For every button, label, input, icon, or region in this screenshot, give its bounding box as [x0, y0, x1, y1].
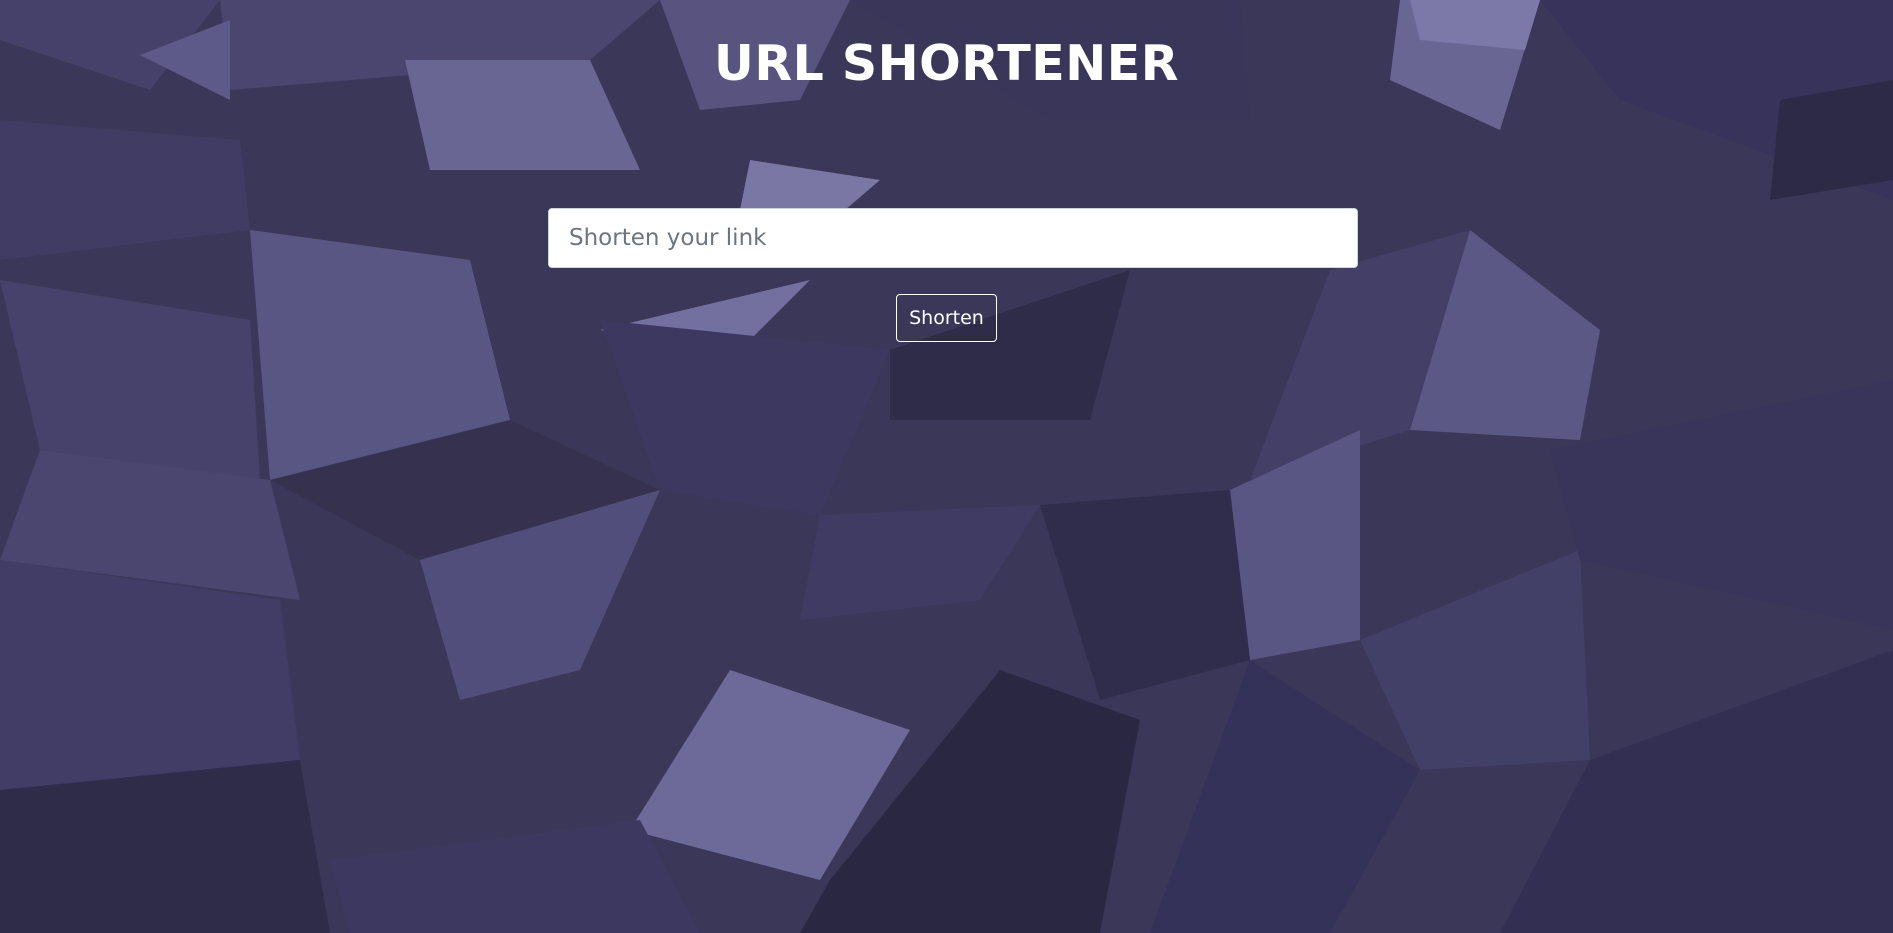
shorten-button[interactable]: Shorten — [896, 294, 997, 342]
url-input[interactable] — [548, 208, 1358, 268]
main-content: URL SHORTENER Shorten — [0, 0, 1893, 933]
page-title: URL SHORTENER — [714, 35, 1179, 92]
